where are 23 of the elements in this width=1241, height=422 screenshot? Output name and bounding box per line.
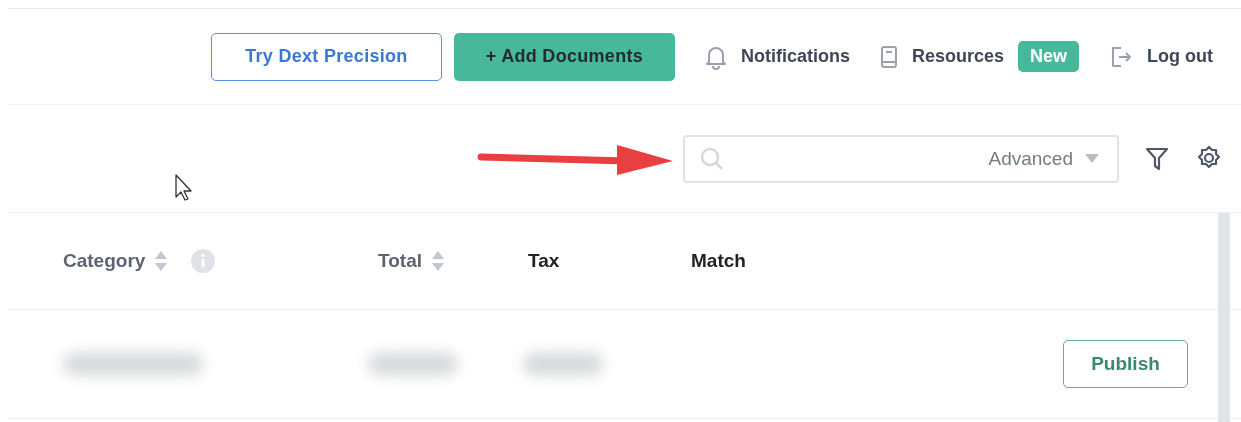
sort-icon[interactable]: [155, 250, 168, 272]
caret-icon: [1085, 153, 1099, 164]
column-header[interactable]: Total: [378, 250, 422, 272]
nav-link[interactable]: Log out: [1147, 46, 1213, 67]
advanced-dropdown[interactable]: Advanced: [988, 147, 1073, 170]
scrollbar[interactable]: [1218, 213, 1230, 422]
nav-link[interactable]: Notifications: [740, 46, 850, 67]
logout-icon: [1109, 44, 1133, 69]
add-documents-button[interactable]: + Add Documents: [453, 32, 675, 81]
filter-icon[interactable]: [1145, 145, 1169, 172]
try-button[interactable]: Try Dext Precision: [210, 32, 442, 81]
column-header: Tax: [528, 250, 560, 272]
column-header: Match: [691, 250, 746, 272]
info-icon[interactable]: [191, 249, 216, 273]
nav-link[interactable]: Resources: [911, 46, 1004, 67]
search-field[interactable]: Advanced: [683, 134, 1119, 183]
search-icon: [699, 145, 725, 172]
publish-button[interactable]: Publish: [1063, 340, 1188, 388]
column-header[interactable]: Category: [63, 250, 146, 272]
pointer-icon: [174, 173, 194, 201]
book-icon: [879, 44, 898, 69]
new-badge: New: [1018, 41, 1079, 72]
sort-icon[interactable]: [432, 250, 444, 272]
